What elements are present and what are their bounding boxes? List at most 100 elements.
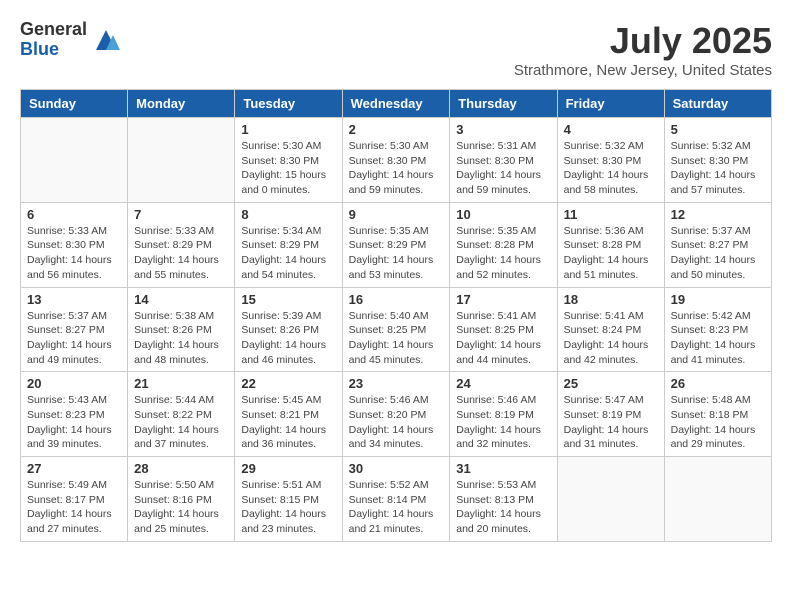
day-info: Sunrise: 5:41 AM Sunset: 8:24 PM Dayligh… bbox=[564, 309, 658, 368]
header-tuesday: Tuesday bbox=[235, 90, 342, 118]
header-saturday: Saturday bbox=[664, 90, 771, 118]
logo-general-text: General bbox=[20, 20, 87, 40]
day-info: Sunrise: 5:35 AM Sunset: 8:29 PM Dayligh… bbox=[349, 224, 444, 283]
day-number: 17 bbox=[456, 292, 550, 307]
day-info: Sunrise: 5:32 AM Sunset: 8:30 PM Dayligh… bbox=[671, 139, 765, 198]
page-header: General Blue July 2025 Strathmore, New J… bbox=[20, 20, 772, 79]
table-row: 12 Sunrise: 5:37 AM Sunset: 8:27 PM Dayli… bbox=[664, 202, 771, 287]
header-friday: Friday bbox=[557, 90, 664, 118]
month-title: July 2025 bbox=[514, 20, 772, 62]
day-number: 12 bbox=[671, 207, 765, 222]
day-number: 2 bbox=[349, 122, 444, 137]
day-info: Sunrise: 5:42 AM Sunset: 8:23 PM Dayligh… bbox=[671, 309, 765, 368]
table-row: 11Sunrise: 5:36 AM Sunset: 8:28 PM Dayli… bbox=[557, 202, 664, 287]
day-info: Sunrise: 5:48 AM Sunset: 8:18 PM Dayligh… bbox=[671, 393, 765, 452]
location: Strathmore, New Jersey, United States bbox=[514, 62, 772, 79]
day-number: 18 bbox=[564, 292, 658, 307]
day-info: Sunrise: 5:37 AM Sunset: 8:27 PM Dayligh… bbox=[27, 309, 121, 368]
day-info: Sunrise: 5:40 AM Sunset: 8:25 PM Dayligh… bbox=[349, 309, 444, 368]
table-row: 17 Sunrise: 5:41 AM Sunset: 8:25 PM Dayli… bbox=[450, 287, 557, 372]
day-number: 29 bbox=[241, 461, 335, 476]
calendar-week-row: 20 Sunrise: 5:43 AM Sunset: 8:23 PM Dayli… bbox=[21, 372, 772, 457]
day-info: Sunrise: 5:30 AM Sunset: 8:30 PM Dayligh… bbox=[349, 139, 444, 198]
day-number: 28 bbox=[134, 461, 228, 476]
day-number: 13 bbox=[27, 292, 121, 307]
day-info: Sunrise: 5:43 AM Sunset: 8:23 PM Dayligh… bbox=[27, 393, 121, 452]
day-number: 24 bbox=[456, 376, 550, 391]
day-info: Sunrise: 5:31 AM Sunset: 8:30 PM Dayligh… bbox=[456, 139, 550, 198]
table-row: 18 Sunrise: 5:41 AM Sunset: 8:24 PM Dayli… bbox=[557, 287, 664, 372]
day-number: 1 bbox=[241, 122, 335, 137]
day-info: Sunrise: 5:30 AM Sunset: 8:30 PM Dayligh… bbox=[241, 139, 335, 198]
day-info: Sunrise: 5:50 AM Sunset: 8:16 PM Dayligh… bbox=[134, 478, 228, 537]
calendar-table: Sunday Monday Tuesday Wednesday Thursday… bbox=[20, 89, 772, 542]
day-info: Sunrise: 5:35 AM Sunset: 8:28 PM Dayligh… bbox=[456, 224, 550, 283]
header-thursday: Thursday bbox=[450, 90, 557, 118]
table-row: 28 Sunrise: 5:50 AM Sunset: 8:16 PM Dayli… bbox=[128, 457, 235, 542]
table-row: 7 Sunrise: 5:33 AM Sunset: 8:29 PM Daylig… bbox=[128, 202, 235, 287]
day-info: Sunrise: 5:44 AM Sunset: 8:22 PM Dayligh… bbox=[134, 393, 228, 452]
table-row: 2 Sunrise: 5:30 AM Sunset: 8:30 PM Daylig… bbox=[342, 118, 450, 203]
day-info: Sunrise: 5:45 AM Sunset: 8:21 PM Dayligh… bbox=[241, 393, 335, 452]
day-number: 30 bbox=[349, 461, 444, 476]
day-number: 26 bbox=[671, 376, 765, 391]
logo-blue-text: Blue bbox=[20, 40, 87, 60]
day-number: 3 bbox=[456, 122, 550, 137]
day-info: Sunrise: 5:32 AM Sunset: 8:30 PM Dayligh… bbox=[564, 139, 658, 198]
day-number: 31 bbox=[456, 461, 550, 476]
day-info: Sunrise: 5:46 AM Sunset: 8:20 PM Dayligh… bbox=[349, 393, 444, 452]
table-row: 30 Sunrise: 5:52 AM Sunset: 8:14 PM Dayli… bbox=[342, 457, 450, 542]
table-row: 6Sunrise: 5:33 AM Sunset: 8:30 PM Daylig… bbox=[21, 202, 128, 287]
day-info: Sunrise: 5:53 AM Sunset: 8:13 PM Dayligh… bbox=[456, 478, 550, 537]
day-number: 5 bbox=[671, 122, 765, 137]
table-row: 4 Sunrise: 5:32 AM Sunset: 8:30 PM Daylig… bbox=[557, 118, 664, 203]
day-number: 10 bbox=[456, 207, 550, 222]
calendar-header-row: Sunday Monday Tuesday Wednesday Thursday… bbox=[21, 90, 772, 118]
table-row: 10 Sunrise: 5:35 AM Sunset: 8:28 PM Dayli… bbox=[450, 202, 557, 287]
day-info: Sunrise: 5:38 AM Sunset: 8:26 PM Dayligh… bbox=[134, 309, 228, 368]
day-number: 11 bbox=[564, 207, 658, 222]
table-row: 13 Sunrise: 5:37 AM Sunset: 8:27 PM Dayli… bbox=[21, 287, 128, 372]
table-row bbox=[21, 118, 128, 203]
table-row: 23 Sunrise: 5:46 AM Sunset: 8:20 PM Dayli… bbox=[342, 372, 450, 457]
day-info: Sunrise: 5:33 AM Sunset: 8:29 PM Dayligh… bbox=[134, 224, 228, 283]
table-row: 14 Sunrise: 5:38 AM Sunset: 8:26 PM Dayli… bbox=[128, 287, 235, 372]
title-section: July 2025 Strathmore, New Jersey, United… bbox=[514, 20, 772, 79]
day-number: 8 bbox=[241, 207, 335, 222]
day-number: 25 bbox=[564, 376, 658, 391]
day-number: 9 bbox=[349, 207, 444, 222]
day-number: 14 bbox=[134, 292, 228, 307]
day-info: Sunrise: 5:49 AM Sunset: 8:17 PM Dayligh… bbox=[27, 478, 121, 537]
day-info: Sunrise: 5:33 AM Sunset: 8:30 PM Dayligh… bbox=[27, 224, 121, 283]
day-info: Sunrise: 5:37 AM Sunset: 8:27 PM Dayligh… bbox=[671, 224, 765, 283]
table-row: 21Sunrise: 5:44 AM Sunset: 8:22 PM Dayli… bbox=[128, 372, 235, 457]
day-info: Sunrise: 5:34 AM Sunset: 8:29 PM Dayligh… bbox=[241, 224, 335, 283]
day-number: 7 bbox=[134, 207, 228, 222]
table-row: 22Sunrise: 5:45 AM Sunset: 8:21 PM Dayli… bbox=[235, 372, 342, 457]
day-info: Sunrise: 5:51 AM Sunset: 8:15 PM Dayligh… bbox=[241, 478, 335, 537]
table-row bbox=[557, 457, 664, 542]
table-row: 24Sunrise: 5:46 AM Sunset: 8:19 PM Dayli… bbox=[450, 372, 557, 457]
table-row: 31 Sunrise: 5:53 AM Sunset: 8:13 PM Dayli… bbox=[450, 457, 557, 542]
logo: General Blue bbox=[20, 20, 121, 60]
table-row: 16Sunrise: 5:40 AM Sunset: 8:25 PM Dayli… bbox=[342, 287, 450, 372]
table-row: 19Sunrise: 5:42 AM Sunset: 8:23 PM Dayli… bbox=[664, 287, 771, 372]
table-row: 8 Sunrise: 5:34 AM Sunset: 8:29 PM Daylig… bbox=[235, 202, 342, 287]
day-info: Sunrise: 5:52 AM Sunset: 8:14 PM Dayligh… bbox=[349, 478, 444, 537]
day-number: 20 bbox=[27, 376, 121, 391]
table-row: 15Sunrise: 5:39 AM Sunset: 8:26 PM Dayli… bbox=[235, 287, 342, 372]
table-row bbox=[664, 457, 771, 542]
calendar-week-row: 1 Sunrise: 5:30 AM Sunset: 8:30 PM Daylig… bbox=[21, 118, 772, 203]
calendar-week-row: 27Sunrise: 5:49 AM Sunset: 8:17 PM Dayli… bbox=[21, 457, 772, 542]
calendar-week-row: 6Sunrise: 5:33 AM Sunset: 8:30 PM Daylig… bbox=[21, 202, 772, 287]
logo-icon bbox=[91, 25, 121, 55]
table-row: 27Sunrise: 5:49 AM Sunset: 8:17 PM Dayli… bbox=[21, 457, 128, 542]
day-info: Sunrise: 5:41 AM Sunset: 8:25 PM Dayligh… bbox=[456, 309, 550, 368]
day-number: 4 bbox=[564, 122, 658, 137]
header-sunday: Sunday bbox=[21, 90, 128, 118]
day-info: Sunrise: 5:47 AM Sunset: 8:19 PM Dayligh… bbox=[564, 393, 658, 452]
table-row: 25 Sunrise: 5:47 AM Sunset: 8:19 PM Dayli… bbox=[557, 372, 664, 457]
day-number: 23 bbox=[349, 376, 444, 391]
header-monday: Monday bbox=[128, 90, 235, 118]
table-row: 3 Sunrise: 5:31 AM Sunset: 8:30 PM Daylig… bbox=[450, 118, 557, 203]
